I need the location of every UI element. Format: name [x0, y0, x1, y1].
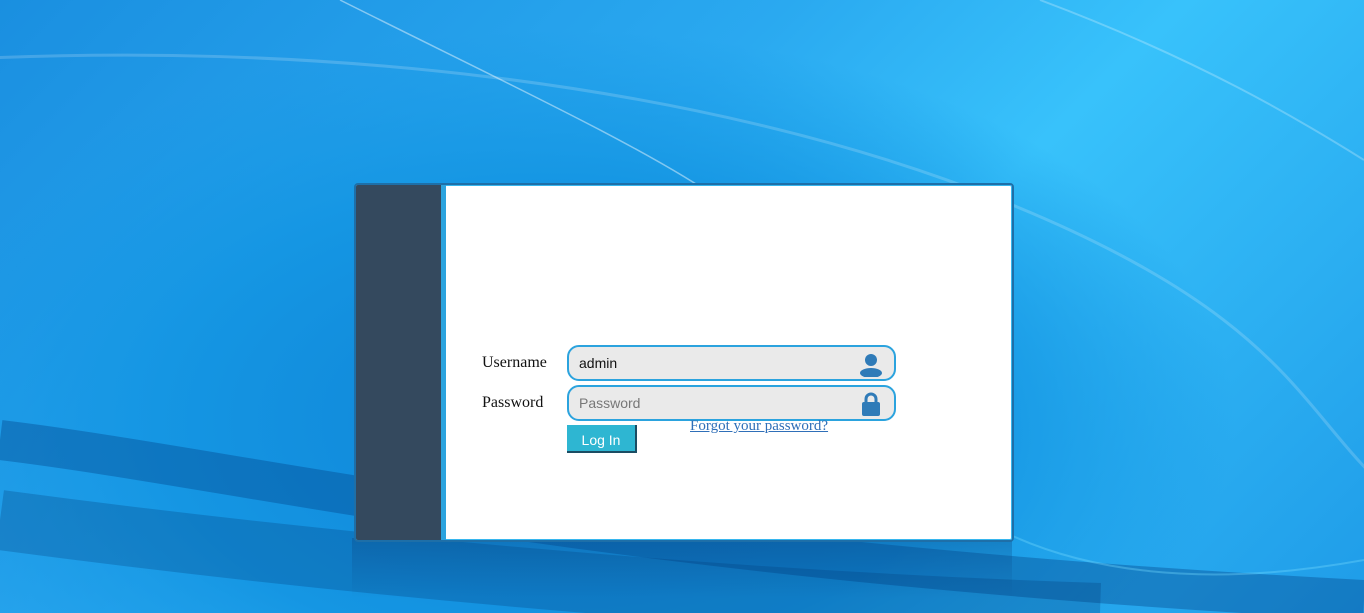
password-label: Password [482, 394, 544, 411]
login-button[interactable]: Log In [567, 425, 637, 453]
username-input[interactable] [579, 347, 849, 379]
user-icon [858, 351, 884, 378]
password-input[interactable] [579, 387, 849, 419]
username-field-wrapper [567, 345, 896, 381]
login-sidebar [356, 185, 446, 540]
login-card: Username Password [354, 183, 1014, 542]
username-label: Username [482, 354, 547, 371]
card-reflection [352, 538, 1012, 598]
forgot-password-link[interactable]: Forgot your password? [690, 418, 828, 435]
lock-icon [858, 391, 884, 417]
password-field-wrapper [567, 385, 896, 421]
